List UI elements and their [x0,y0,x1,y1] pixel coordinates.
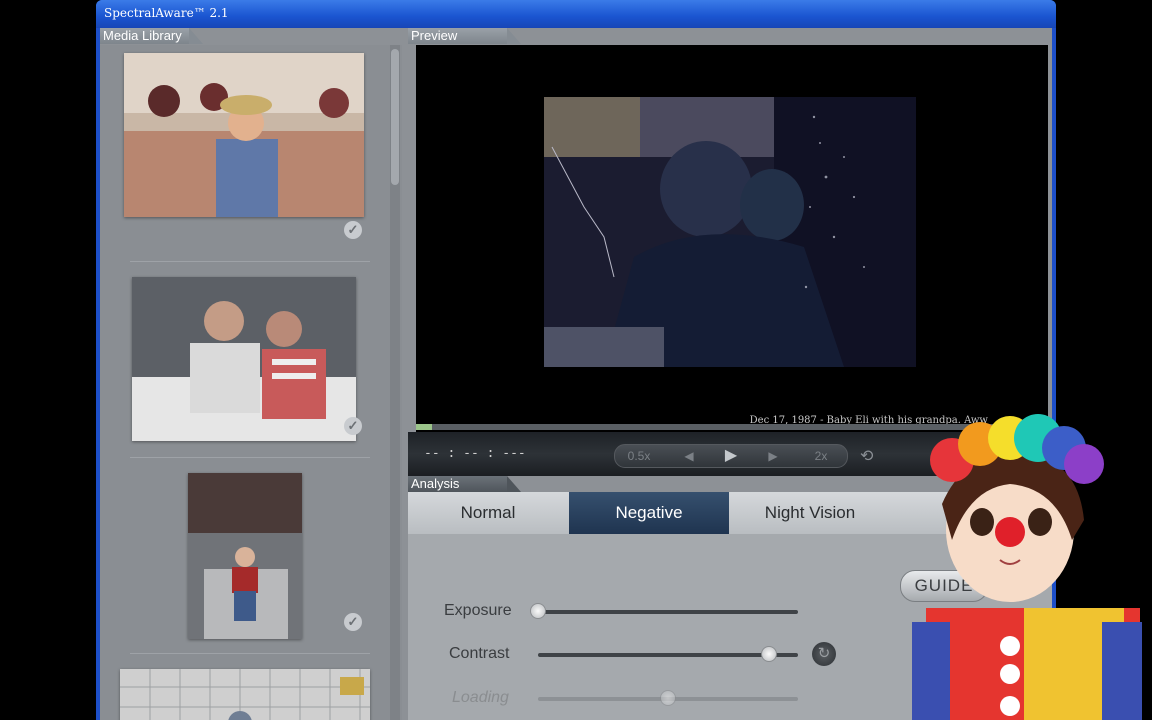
library-thumbnail-4[interactable] [120,669,370,720]
tab-normal[interactable]: Normal [408,492,568,534]
fast-speed-button[interactable]: 2x [799,445,843,467]
library-thumbnail-3[interactable] [188,473,302,639]
library-check-icon-1[interactable]: ✓ [344,221,362,239]
contrast-label: Contrast [449,645,510,662]
timeline-progress [416,424,432,430]
contrast-slider-knob[interactable] [761,646,778,662]
window-title: SpectralAware™ 2.1 [104,6,229,20]
divider [130,653,370,654]
avatar-overlay [912,414,1142,720]
analysis-header: Analysis [408,476,521,492]
loading-label: Loading [452,689,509,706]
divider [130,457,370,458]
playback-controls: 0.5x ◀ ▶ ▶ 2x [614,444,848,468]
preview-viewport[interactable]: Dec 17, 1987 - Baby Eli with his grandpa… [416,45,1048,437]
library-check-icon-3[interactable]: ✓ [344,613,362,631]
tab-negative[interactable]: Negative [569,492,729,534]
exposure-slider[interactable] [538,610,798,614]
divider [130,261,370,262]
exposure-slider-knob[interactable] [530,603,546,619]
loading-slider-knob [660,690,676,706]
step-forward-icon[interactable]: ▶ [751,445,795,467]
media-library-list[interactable]: ✓ ✓ ✓ [100,45,402,720]
library-thumbnail-2[interactable] [132,277,356,441]
library-thumbnail-1[interactable] [124,53,364,217]
preview-header: Preview [408,28,521,44]
exposure-label: Exposure [444,602,512,619]
loop-icon[interactable]: ⟲ [860,446,873,466]
title-bar[interactable]: SpectralAware™ 2.1 [96,0,1056,28]
slow-speed-button[interactable]: 0.5x [615,445,663,467]
reset-icon[interactable]: ↻ [812,642,836,666]
library-check-icon-2[interactable]: ✓ [344,417,362,435]
play-icon[interactable]: ▶ [711,445,751,467]
library-scrollbar-thumb[interactable] [391,49,399,185]
contrast-slider[interactable] [538,653,798,657]
step-back-icon[interactable]: ◀ [667,445,711,467]
timecode: -- : -- : --- [424,446,526,461]
tab-night-vision[interactable]: Night Vision [730,492,890,534]
media-library-header: Media Library [100,28,203,44]
preview-image [544,97,916,367]
